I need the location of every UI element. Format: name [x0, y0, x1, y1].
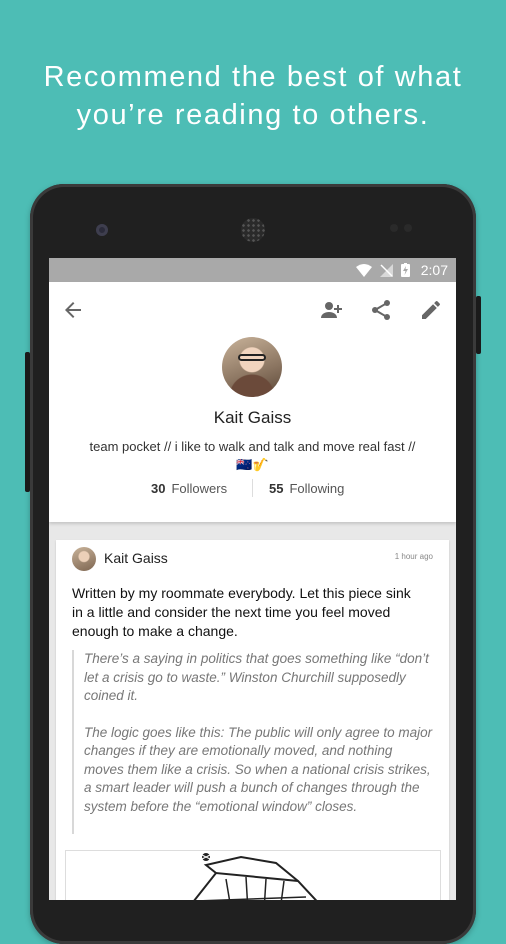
quote-paragraph: The logic goes like this: The public wil… [84, 724, 433, 814]
phone-screen: 2:07 Kait Gaiss team pocket // i like to… [49, 258, 456, 900]
battery-charging-icon [401, 263, 410, 277]
quote-paragraph: There’s a saying in politics that goes s… [84, 651, 429, 703]
status-time: 2:07 [420, 262, 448, 278]
post-comment: Written by my roommate everybody. Let th… [72, 585, 411, 639]
following-label: Following [289, 481, 345, 496]
promo-headline: Recommend the best of what you’re readin… [0, 58, 506, 134]
share-icon[interactable] [369, 298, 393, 322]
profile-avatar[interactable] [222, 337, 282, 397]
stats-divider [252, 479, 253, 497]
light-sensor [404, 224, 412, 232]
followers-stat[interactable]: 30 Followers [151, 481, 227, 496]
proximity-sensor [390, 224, 398, 232]
following-count: 55 [269, 481, 284, 496]
post-timestamp: 1 hour ago [394, 552, 433, 561]
article-image[interactable] [65, 850, 441, 900]
status-icons [356, 263, 410, 277]
no-signal-icon [380, 263, 393, 277]
promo-headline-line1: Recommend the best of what [43, 61, 463, 93]
add-person-icon[interactable] [320, 298, 344, 322]
post-quote: There’s a saying in politics that goes s… [72, 650, 434, 834]
followers-label: Followers [171, 481, 228, 496]
wifi-icon [356, 263, 372, 277]
profile-name: Kait Gaiss [213, 408, 292, 427]
post-author-avatar[interactable] [72, 547, 96, 571]
back-arrow-icon[interactable] [61, 298, 85, 322]
post-card[interactable]: Kait Gaiss 1 hour ago Written by my room… [56, 540, 449, 900]
followers-count: 30 [151, 481, 166, 496]
status-bar: 2:07 [49, 258, 456, 282]
phone-power-button [476, 296, 481, 354]
front-camera [96, 224, 108, 236]
article-illustration [193, 853, 318, 900]
post-author-name[interactable]: Kait Gaiss [104, 550, 168, 566]
earpiece-speaker [241, 218, 265, 242]
phone-side-button [25, 352, 30, 492]
edit-pencil-icon[interactable] [419, 298, 443, 322]
profile-header: Kait Gaiss team pocket // i like to walk… [49, 282, 456, 522]
promo-headline-line2: you’re reading to others. [76, 99, 430, 131]
following-stat[interactable]: 55 Following [269, 481, 344, 496]
profile-bio: team pocket // i like to walk and talk a… [89, 439, 416, 472]
